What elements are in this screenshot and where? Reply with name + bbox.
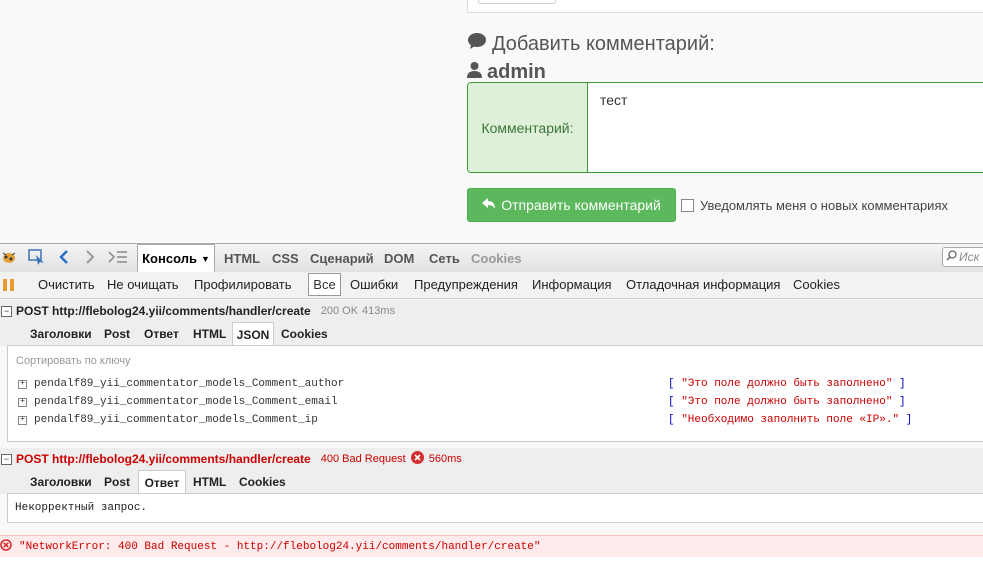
filter-cookies-button[interactable]: Cookies [793, 277, 840, 292]
previous-button-edge[interactable] [478, 0, 556, 4]
notify-option[interactable]: Уведомлять меня о новых комментариях [681, 198, 948, 213]
filter-debug-button[interactable]: Отладочная информация [626, 277, 780, 292]
tab-post[interactable]: Post [104, 475, 130, 489]
tab-console[interactable]: Консоль ▼ [137, 244, 215, 272]
json-panel: Сортировать по ключу + pendalf89_yii_com… [7, 345, 983, 442]
search-icon [946, 250, 957, 264]
persist-button[interactable]: Не очищать [107, 277, 179, 292]
tab-cookies[interactable]: Cookies [281, 327, 328, 341]
tab-net[interactable]: Сеть [429, 251, 460, 266]
tab-dom[interactable]: DOM [384, 251, 414, 266]
tab-html[interactable]: HTML [193, 475, 226, 489]
collapse-icon[interactable]: − [1, 305, 12, 317]
request-row-1[interactable]: − POST http://flebolog24.yii/comments/ha… [0, 300, 983, 322]
json-key: pendalf89_yii_commentator_models_Comment… [34, 378, 345, 390]
command-line[interactable] [0, 557, 983, 566]
user-name: admin [487, 61, 546, 83]
inspect-icon[interactable] [28, 249, 46, 268]
submit-comment-label: Отправить комментарий [501, 197, 661, 213]
forward-icon[interactable] [85, 249, 95, 268]
json-value: [ "Это поле должно быть заполнено" ] [668, 396, 906, 408]
comment-user: admin [467, 61, 546, 84]
request-row-2[interactable]: − POST http://flebolog24.yii/comments/ha… [0, 448, 983, 470]
tab-response[interactable]: Ответ [144, 327, 179, 341]
json-key: pendalf89_yii_commentator_models_Comment… [34, 396, 338, 408]
tab-script[interactable]: Сценарий [310, 251, 374, 266]
json-row[interactable]: + pendalf89_yii_commentator_models_Comme… [18, 376, 978, 392]
tab-html[interactable]: HTML [224, 251, 260, 266]
firebug-icon[interactable] [1, 250, 17, 267]
sort-by-key-link[interactable]: Сортировать по ключу [16, 355, 131, 367]
firebug-toolbar: Консоль ▼ HTML CSS Сценарий DOM Сеть Coo… [0, 243, 983, 273]
filter-all-button[interactable]: Все [308, 273, 341, 296]
error-message: "NetworkError: 400 Bad Request - http://… [19, 540, 541, 553]
comment-form-group: Комментарий: тест [467, 82, 983, 173]
response-panel: Некорректный запрос. [7, 493, 983, 523]
search-input[interactable]: Иск [942, 247, 983, 267]
collapse-icon[interactable]: − [1, 453, 12, 465]
tab-cookies[interactable]: Cookies [239, 475, 286, 489]
back-icon[interactable] [59, 249, 69, 268]
request-2-status: 400 Bad Request [320, 453, 406, 465]
filter-info-button[interactable]: Информация [532, 277, 612, 292]
add-comment-heading: Добавить комментарий: [467, 32, 715, 56]
request-2-url: POST http://flebolog24.yii/comments/hand… [16, 452, 311, 466]
chevron-down-icon: ▼ [200, 253, 210, 264]
submit-comment-button[interactable]: Отправить комментарий [467, 188, 676, 222]
tab-json-label: JSON [236, 327, 270, 342]
tab-html[interactable]: HTML [193, 327, 226, 341]
request-2-tabs: Заголовки Post Ответ HTML Cookies [0, 470, 983, 494]
comment-textarea[interactable]: тест [600, 92, 627, 108]
notify-checkbox[interactable] [681, 199, 694, 212]
request-1-tabs: Заголовки Post Ответ HTML JSON Cookies [0, 322, 983, 346]
json-value: [ "Это поле должно быть заполнено" ] [668, 378, 906, 390]
tab-headers[interactable]: Заголовки [30, 327, 92, 341]
json-row[interactable]: + pendalf89_yii_commentator_models_Comme… [18, 412, 978, 428]
filter-warnings-button[interactable]: Предупреждения [414, 277, 518, 292]
expand-icon[interactable]: + [18, 379, 27, 389]
reply-icon [482, 197, 496, 213]
web-page: Добавить комментарий: admin Комментарий:… [0, 0, 983, 243]
error-icon [410, 451, 424, 467]
tab-post[interactable]: Post [104, 327, 130, 341]
tab-headers[interactable]: Заголовки [30, 475, 92, 489]
request-2-time: 560ms [428, 453, 462, 465]
json-row[interactable]: + pendalf89_yii_commentator_models_Comme… [18, 394, 978, 410]
expand-icon[interactable]: + [18, 397, 27, 407]
command-line-icon[interactable] [108, 250, 128, 267]
tab-response[interactable]: Ответ [138, 470, 186, 494]
console-error-row[interactable]: "NetworkError: 400 Bad Request - http://… [0, 535, 983, 558]
tab-cookies[interactable]: Cookies [471, 251, 522, 266]
console-filter-bar: Очистить Не очищать Профилировать Все Ош… [0, 272, 983, 299]
json-value: [ "Необходимо заполнить поле «IP»." ] [668, 414, 913, 426]
add-comment-title: Добавить комментарий: [492, 32, 715, 55]
comment-bubble-icon [467, 32, 487, 56]
clear-button[interactable]: Очистить [38, 277, 95, 292]
error-icon [0, 539, 12, 554]
filter-all-label: Все [313, 277, 336, 292]
pause-icon[interactable] [2, 278, 16, 295]
response-text: Некорректный запрос. [15, 502, 148, 514]
search-placeholder: Иск [959, 250, 980, 264]
json-key: pendalf89_yii_commentator_models_Comment… [34, 414, 318, 426]
filter-errors-button[interactable]: Ошибки [350, 277, 398, 292]
request-1-time: 413ms [362, 305, 396, 317]
profile-button[interactable]: Профилировать [194, 277, 292, 292]
request-1-status: 200 OK [320, 305, 359, 317]
notify-label: Уведомлять меня о новых комментариях [700, 198, 948, 213]
tab-json[interactable]: JSON [232, 322, 274, 346]
request-1-url: POST http://flebolog24.yii/comments/hand… [16, 304, 311, 318]
tab-css[interactable]: CSS [272, 251, 299, 266]
tab-console-label: Консоль [142, 251, 197, 266]
user-icon [467, 61, 482, 84]
expand-icon[interactable]: + [18, 415, 27, 425]
tab-response-label: Ответ [144, 475, 180, 490]
comment-label: Комментарий: [468, 83, 588, 172]
